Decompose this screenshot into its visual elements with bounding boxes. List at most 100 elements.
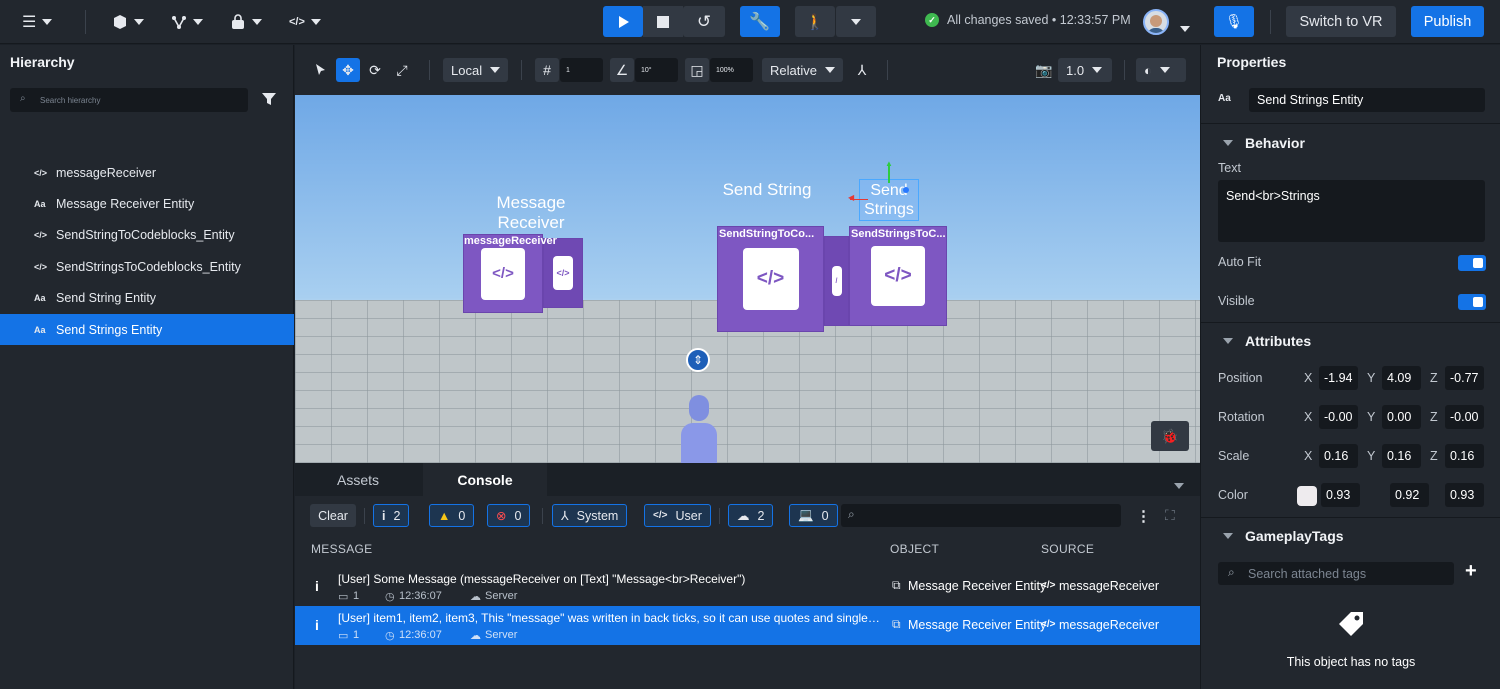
cloud-icon: ☁ — [470, 591, 481, 603]
rotation-x-input[interactable]: -0.00 — [1319, 405, 1358, 429]
scripts-menu-button[interactable]: </> — [289, 8, 321, 36]
scene-text-send-strings[interactable]: Send Strings — [859, 181, 919, 219]
hierarchy-item-selected[interactable]: Aa Send Strings Entity — [0, 314, 294, 345]
axis-x-label: X — [1304, 410, 1313, 424]
publish-button[interactable]: Publish — [1411, 6, 1484, 37]
log-object[interactable]: Message Receiver Entity — [908, 579, 1050, 593]
build-mode-button[interactable]: 🔧 — [740, 6, 780, 37]
color-g-input[interactable]: 0.92 — [1390, 483, 1429, 507]
info-icon: i — [382, 508, 386, 523]
tags-search-input[interactable]: ⌕ Search attached tags — [1218, 562, 1454, 585]
visible-toggle[interactable] — [1458, 294, 1486, 310]
tab-console[interactable]: Console — [423, 463, 547, 496]
scene-viewport[interactable]: Message Receiver </> </> messageReceiver… — [295, 95, 1200, 463]
filter-info-chip[interactable]: i2 — [373, 504, 410, 527]
angle-snap-icon[interactable]: ∠ — [610, 58, 634, 82]
more-options-icon[interactable]: ⋮ — [1136, 507, 1151, 525]
axis-x-label: X — [1304, 371, 1313, 385]
switch-to-vr-button[interactable]: Switch to VR — [1286, 6, 1396, 37]
filter-warning-chip[interactable]: ▲ 0 — [429, 504, 475, 527]
filter-server-chip[interactable]: ☁ 2 — [728, 504, 774, 527]
script-cube-send-string[interactable]: </> — [717, 226, 824, 332]
scale-tool-icon[interactable]: ⤢ — [390, 58, 414, 82]
gizmo-z-handle[interactable] — [903, 187, 909, 193]
scale-snap-input[interactable]: 100% — [710, 58, 753, 82]
log-row-selected[interactable]: i [User] item1, item2, item3, This "mess… — [295, 606, 1200, 645]
console-panel: Assets Console Clear i2 ▲ 0 ⊗ 0 ⅄ System </… — [295, 463, 1200, 689]
filter-user-chip[interactable]: </> User — [644, 504, 711, 527]
clear-button[interactable]: Clear — [310, 504, 356, 527]
filter-local-chip[interactable]: 💻 0 — [789, 504, 838, 527]
log-source[interactable]: messageReceiver — [1059, 618, 1159, 632]
avatar[interactable] — [1143, 9, 1169, 35]
scale-z-input[interactable]: 0.16 — [1445, 444, 1484, 468]
scale-snap-icon[interactable]: ◲ — [685, 58, 709, 82]
play-options-dropdown[interactable] — [836, 6, 876, 37]
bug-icon[interactable]: 🐞 — [1151, 421, 1189, 451]
scale-y-input[interactable]: 0.16 — [1382, 444, 1421, 468]
hierarchy-item[interactable]: </> messageReceiver — [0, 157, 294, 188]
grid-snap-input[interactable]: 1 — [560, 58, 603, 82]
grid-snap-icon[interactable]: # — [535, 58, 559, 82]
hierarchy-item[interactable]: Aa Send String Entity — [0, 282, 294, 313]
rotate-tool-icon[interactable]: ⟳ — [363, 58, 387, 82]
gameplay-tags-section-header[interactable]: GameplayTags — [1201, 517, 1500, 555]
behavior-section-header[interactable]: Behavior — [1201, 124, 1500, 162]
main-menu-button[interactable]: ☰ — [22, 8, 53, 36]
tab-assets[interactable]: Assets — [295, 463, 421, 496]
render-mode-dropdown[interactable]: ◐ — [1136, 58, 1186, 82]
scale-x-input[interactable]: 0.16 — [1319, 444, 1358, 468]
spawn-point-icon[interactable]: ⇕ — [686, 348, 710, 372]
entity-name-input[interactable]: Send Strings Entity — [1249, 88, 1485, 112]
collapse-panel-chevron[interactable] — [1174, 476, 1184, 494]
rotation-z-input[interactable]: -0.00 — [1445, 405, 1484, 429]
expand-icon[interactable]: ⛶ — [1165, 507, 1175, 524]
rotation-y-input[interactable]: 0.00 — [1382, 405, 1421, 429]
color-r-input[interactable]: 0.93 — [1321, 483, 1360, 507]
axis-icon[interactable]: ⅄ — [850, 58, 874, 82]
add-tag-icon[interactable]: + — [1465, 560, 1477, 583]
stop-button[interactable] — [643, 6, 683, 37]
filter-error-chip[interactable]: ⊗ 0 — [487, 504, 531, 527]
avatar-mode-button[interactable]: 🚶 — [795, 6, 835, 37]
script-cube-send-strings[interactable]: </> — [849, 226, 947, 326]
log-source[interactable]: messageReceiver — [1059, 579, 1159, 593]
play-button[interactable] — [603, 6, 643, 37]
build-menu-button[interactable] — [112, 8, 144, 36]
console-search-input[interactable]: ⌕ — [841, 504, 1121, 527]
filter-icon[interactable] — [261, 91, 279, 109]
position-x-input[interactable]: -1.94 — [1319, 366, 1358, 390]
move-tool-icon[interactable]: ✥ — [336, 58, 360, 82]
connections-menu-button[interactable] — [171, 8, 203, 36]
space-mode-dropdown[interactable]: Local — [443, 58, 508, 82]
save-status: All changes saved • 12:33:57 PM — [947, 13, 1131, 27]
scene-text-message-receiver[interactable]: Message Receiver — [471, 193, 591, 233]
color-b-input[interactable]: 0.93 — [1445, 483, 1484, 507]
vr-preview-button[interactable]: 🎙 — [1214, 6, 1254, 37]
position-label: Position — [1218, 371, 1263, 385]
filter-system-chip[interactable]: ⅄ System — [552, 504, 628, 527]
hierarchy-item[interactable]: </> SendStringToCodeblocks_Entity — [0, 219, 294, 250]
log-row[interactable]: i [User] Some Message (messageReceiver o… — [295, 567, 1200, 606]
text-value-textarea[interactable]: Send<br>Strings — [1218, 180, 1485, 242]
account-menu-chevron[interactable] — [1180, 19, 1190, 37]
hierarchy-search-input[interactable]: ⌕ Search hierarchy — [10, 88, 248, 112]
hierarchy-item[interactable]: </> SendStringsToCodeblocks_Entity — [0, 251, 294, 282]
comment-icon: ▭ — [338, 591, 349, 603]
color-swatch[interactable] — [1297, 486, 1317, 506]
attributes-section-header[interactable]: Attributes — [1201, 322, 1500, 360]
position-y-input[interactable]: 4.09 — [1382, 366, 1421, 390]
camera-speed-dropdown[interactable]: 1.0 — [1058, 58, 1112, 82]
position-z-input[interactable]: -0.77 — [1445, 366, 1484, 390]
hierarchy-item[interactable]: Aa Message Receiver Entity — [0, 188, 294, 219]
auto-fit-toggle[interactable] — [1458, 255, 1486, 271]
angle-snap-input[interactable]: 10° — [635, 58, 678, 82]
select-tool-icon[interactable] — [309, 58, 333, 82]
assets-menu-button[interactable] — [230, 8, 262, 36]
scene-text-send-string[interactable]: Send String — [717, 180, 817, 200]
scale-label: Scale — [1218, 449, 1250, 463]
camera-icon[interactable]: 📷 — [1032, 58, 1056, 82]
pivot-mode-dropdown[interactable]: Relative — [762, 58, 843, 82]
log-object[interactable]: Message Receiver Entity — [908, 618, 1050, 632]
reset-button[interactable]: ↺ — [683, 6, 725, 37]
